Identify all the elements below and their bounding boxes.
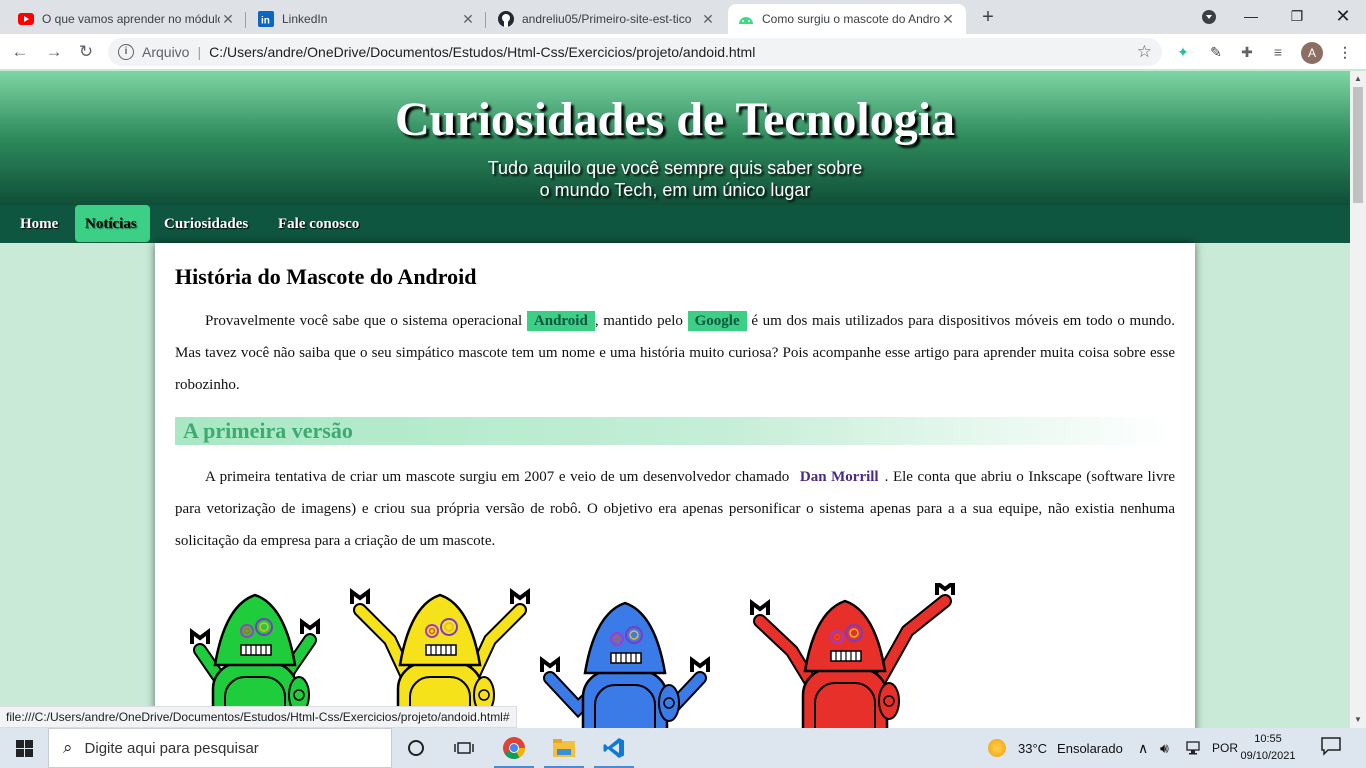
close-icon[interactable]: ✕ xyxy=(220,11,236,28)
highlight-android: Android xyxy=(526,311,595,331)
search-icon: ⌕ xyxy=(63,738,73,757)
bookmark-star-icon[interactable]: ☆ xyxy=(1137,42,1152,62)
notification-center-icon[interactable] xyxy=(1320,736,1344,760)
scroll-thumb[interactable] xyxy=(1353,87,1363,203)
chrome-taskbar-icon[interactable] xyxy=(490,728,538,768)
close-window-icon[interactable]: ✕ xyxy=(1320,0,1366,34)
site-nav: Home Notícias Curiosidades Fale conosco xyxy=(0,205,1350,243)
site-subtitle: Tudo aquilo que você sempre quis saber s… xyxy=(0,157,1350,201)
clock-time: 10:55 xyxy=(1254,733,1282,745)
weather-widget[interactable]: 33°C Ensolarado xyxy=(988,728,1123,768)
clock-date: 09/10/2021 xyxy=(1240,750,1296,762)
url-scheme: Arquivo xyxy=(142,44,190,60)
back-icon[interactable]: ← xyxy=(8,40,32,64)
sun-icon xyxy=(988,739,1006,757)
svg-text:in: in xyxy=(261,16,270,27)
site-header: Curiosidades de Tecnologia Tudo aquilo q… xyxy=(0,71,1350,205)
page-scrollbar[interactable]: ▲ ▼ xyxy=(1350,71,1366,728)
tab-search-icon[interactable] xyxy=(1186,0,1232,34)
android-icon xyxy=(738,11,754,27)
github-icon xyxy=(498,11,514,27)
tab-title: O que vamos aprender no módulo xyxy=(42,12,220,26)
nav-fale-conosco[interactable]: Fale conosco xyxy=(268,205,369,242)
reload-icon[interactable]: ↻ xyxy=(74,40,98,64)
close-icon[interactable]: ✕ xyxy=(700,11,716,28)
tab-title: andreliu05/Primeiro-site-est-tico xyxy=(522,12,692,26)
browser-toolbar: ← → ↻ i Arquivo | C:/Users/andre/OneDriv… xyxy=(0,34,1366,70)
vscode-icon[interactable] xyxy=(590,728,638,768)
tab-linkedin[interactable]: in LinkedIn ✕ xyxy=(248,4,486,34)
nav-noticias[interactable]: Notícias xyxy=(75,205,150,242)
site-title: Curiosidades de Tecnologia xyxy=(394,93,956,146)
system-clock[interactable]: 10:55 09/10/2021 xyxy=(1232,731,1304,765)
tab-title: LinkedIn xyxy=(282,12,328,26)
close-icon[interactable]: ✕ xyxy=(460,11,476,28)
restore-icon[interactable]: ❐ xyxy=(1274,0,1320,34)
minimize-icon[interactable]: — xyxy=(1228,0,1274,34)
first-version-paragraph: A primeira tentativa de criar um mascote… xyxy=(175,469,1175,549)
info-icon[interactable]: i xyxy=(118,44,134,60)
network-icon[interactable] xyxy=(1186,728,1204,768)
linkedin-icon: in xyxy=(258,11,274,27)
subtitle-line-1: Tudo aquilo que você sempre quis saber s… xyxy=(487,158,863,178)
page-viewport: Curiosidades de Tecnologia Tudo aquilo q… xyxy=(0,71,1350,728)
nav-home[interactable]: Home xyxy=(10,205,68,242)
eyedropper-icon[interactable]: ✎ xyxy=(1207,43,1225,61)
more-menu-icon[interactable]: ⋮ xyxy=(1336,43,1354,61)
person-name: Dan Morrill xyxy=(799,469,879,485)
taskbar-search[interactable]: ⌕ Digite aqui para pesquisar xyxy=(48,728,392,768)
article-heading: História do Mascote do Android xyxy=(175,264,477,289)
windows-taskbar: ⌕ Digite aqui para pesquisar 33°C Ensola… xyxy=(0,728,1366,768)
link-status-bar: file:///C:/Users/andre/OneDrive/Document… xyxy=(0,706,517,728)
forward-icon[interactable]: → xyxy=(42,40,66,64)
weather-temp: 33°C xyxy=(1018,740,1048,756)
intro-paragraph: Provavelmente você sabe que o sistema op… xyxy=(175,311,1175,393)
file-explorer-icon[interactable] xyxy=(540,728,588,768)
tab-github[interactable]: andreliu05/Primeiro-site-est-tico ✕ xyxy=(488,4,726,34)
show-hidden-icons-icon[interactable]: ∧ xyxy=(1138,728,1148,768)
task-view-icon[interactable] xyxy=(440,728,488,768)
highlight-google: Google xyxy=(687,311,747,331)
nav-curiosidades[interactable]: Curiosidades xyxy=(154,205,258,242)
tab-youtube[interactable]: O que vamos aprender no módulo ✕ xyxy=(8,4,246,34)
search-placeholder: Digite aqui para pesquisar xyxy=(84,739,259,757)
robot-figure xyxy=(750,583,955,728)
scroll-down-icon[interactable]: ▼ xyxy=(1350,712,1366,728)
weather-desc: Ensolarado xyxy=(1057,740,1123,756)
close-icon[interactable]: ✕ xyxy=(940,11,956,28)
address-bar[interactable]: i Arquivo | C:/Users/andre/OneDrive/Docu… xyxy=(108,38,1162,66)
youtube-icon xyxy=(18,11,34,27)
subtitle-line-2: o mundo Tech, em um único lugar xyxy=(539,180,811,200)
volume-icon[interactable]: 🔊︎ xyxy=(1160,728,1169,768)
extension-feather-icon[interactable]: ✦ xyxy=(1174,43,1192,61)
robot-figure xyxy=(540,601,710,728)
profile-avatar[interactable]: A xyxy=(1301,42,1323,64)
tab-title: Como surgiu o mascote do Andro xyxy=(762,12,940,26)
cortana-icon[interactable] xyxy=(392,728,440,768)
media-queue-icon[interactable]: ≡ xyxy=(1269,43,1287,61)
windows-start-icon[interactable] xyxy=(0,728,48,768)
url-text[interactable]: C:/Users/andre/OneDrive/Documentos/Estud… xyxy=(209,44,755,60)
puzzle-icon[interactable]: ✚ xyxy=(1238,43,1256,61)
browser-tab-strip: O que vamos aprender no módulo ✕ in Link… xyxy=(0,0,1366,34)
tab-android-mascote[interactable]: Como surgiu o mascote do Andro ✕ xyxy=(728,4,966,34)
scroll-up-icon[interactable]: ▲ xyxy=(1350,71,1366,87)
new-tab-button[interactable]: + xyxy=(976,6,1000,30)
section-title: A primeira versão xyxy=(175,417,1175,445)
article: História do Mascote do Android Provavelm… xyxy=(155,243,1195,728)
